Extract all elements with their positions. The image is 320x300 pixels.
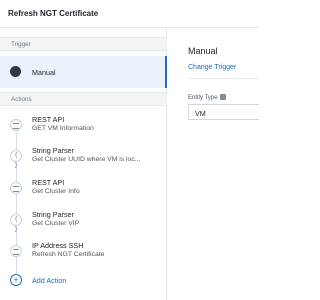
braces-icon: { } <box>10 214 22 233</box>
trigger-item-manual[interactable]: Manual <box>0 56 167 88</box>
plus-icon: + <box>10 274 22 286</box>
section-header-actions: Actions <box>0 92 167 106</box>
action-item-rest-api-1[interactable]: REST API GET VM Information <box>0 111 167 143</box>
action-name: Get Cluster UUID where VM is loc... <box>32 156 141 163</box>
section-label: Actions <box>11 96 32 103</box>
entity-type-label: Entity Type <box>188 94 226 101</box>
section-label: Trigger <box>11 41 31 48</box>
ssh-icon <box>10 245 22 257</box>
rest-api-icon <box>10 182 22 194</box>
action-name: Get Cluster Info <box>32 188 80 195</box>
section-header-trigger: Trigger <box>0 37 167 51</box>
entity-type-label-text: Entity Type <box>188 95 218 101</box>
divider <box>188 78 259 79</box>
header: Refresh NGT Certificate <box>0 0 259 28</box>
entity-type-select[interactable]: VM <box>188 104 259 120</box>
trigger-label: Manual <box>32 68 56 77</box>
action-item-rest-api-2[interactable]: REST API Get Cluster Info <box>0 174 167 206</box>
rest-api-icon <box>10 119 22 131</box>
action-name: Get Cluster VIP <box>32 220 80 227</box>
action-item-string-parser-2[interactable]: { } String Parser Get Cluster VIP <box>0 206 167 238</box>
add-action-label: Add Action <box>32 276 67 285</box>
change-trigger-link[interactable]: Change Trigger <box>188 64 236 71</box>
info-icon[interactable] <box>219 94 226 100</box>
action-type: REST API <box>32 178 65 187</box>
trigger-config-panel: Manual Change Trigger Entity Type VM <box>168 28 259 300</box>
action-type: String Parser <box>32 210 74 219</box>
action-item-string-parser-1[interactable]: { } String Parser Get Cluster UUID where… <box>0 142 167 174</box>
panel-title: Manual <box>188 46 218 56</box>
action-name: Refresh NGT Certificate <box>32 251 105 258</box>
action-item-ip-address-ssh[interactable]: IP Address SSH Refresh NGT Certificate <box>0 237 167 269</box>
entity-type-value: VM <box>195 109 206 118</box>
selected-indicator <box>165 56 167 88</box>
action-type: IP Address SSH <box>32 241 84 250</box>
page-title: Refresh NGT Certificate <box>8 9 99 18</box>
braces-icon: { } <box>10 150 22 169</box>
action-type: String Parser <box>32 146 74 155</box>
action-type: REST API <box>32 115 65 124</box>
add-action-button[interactable]: + Add Action <box>0 272 167 290</box>
action-name: GET VM Information <box>32 125 94 132</box>
playbook-steps-panel: Trigger Manual Actions REST API GET VM I… <box>0 28 167 300</box>
hand-icon <box>10 66 21 77</box>
